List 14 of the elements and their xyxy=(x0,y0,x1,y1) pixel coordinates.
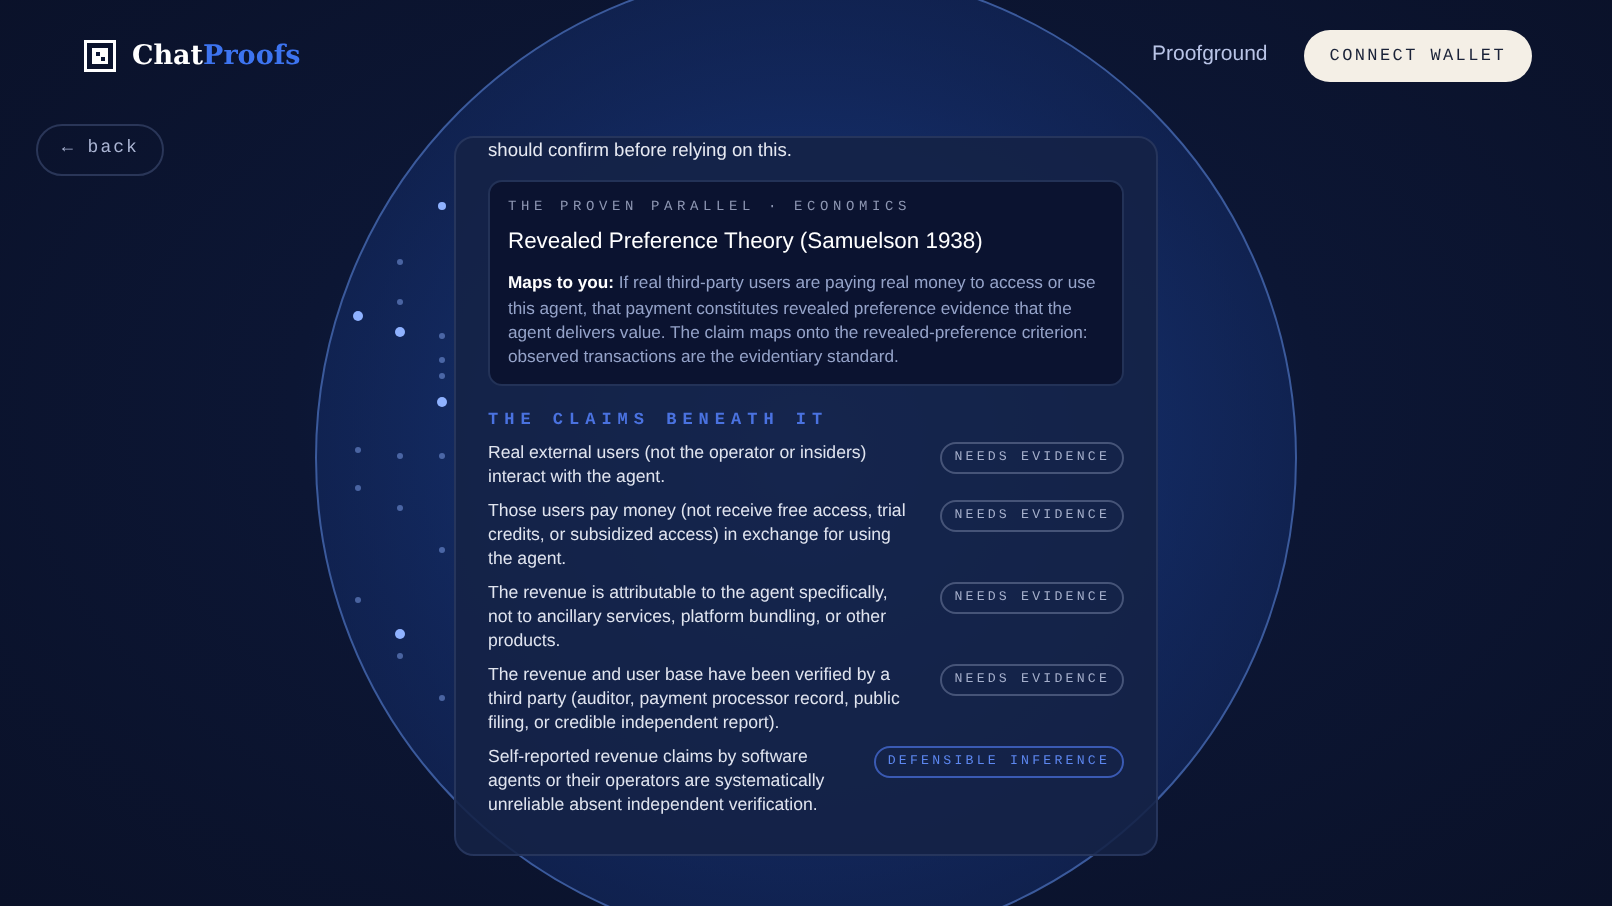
claims-heading: THE CLAIMS BENEATH IT xyxy=(488,408,831,435)
card-text: should confirm before relying on this. xyxy=(488,138,794,162)
claim-text: Those users pay money (not receive free access, trial credits, or subsidized access) in exchange for using the agent. xyxy=(488,498,908,571)
connect-wallet-button[interactable]: CONNECT WALLET xyxy=(1303,29,1532,83)
parallel-title: Revealed Preference Theory (Samuelson 1938) xyxy=(508,227,985,257)
proofground-link[interactable]: Proofground xyxy=(1151,40,1268,72)
brand-name[interactable]: ChatProofs xyxy=(132,35,301,77)
claim-text: Self-reported revenue claims by software agents or their operators are systematically unreliable absent independent verification. xyxy=(488,744,827,817)
claim-text: The revenue and user base have been verified by a third party (auditor, payment processor record, public filing, or credible independent report). xyxy=(488,662,902,735)
back-button[interactable]: ← back xyxy=(36,124,165,175)
claim-text: The revenue is attributable to the agent specifically, not to ancillary services, platform bundling, or other products. xyxy=(488,580,890,653)
parallel-description: Maps to you: If real third-party users are paying real money to access or use this agent, that payment constitutes revealed preference evidence that the agent delivers value. The claim maps onto the revealed-preference criterion: observed transactions are the evidentiary standard. xyxy=(508,270,1098,369)
claim-text: Real external users (not the operator or insiders) interact with the agent. xyxy=(488,440,869,489)
logo-icon xyxy=(84,40,116,72)
